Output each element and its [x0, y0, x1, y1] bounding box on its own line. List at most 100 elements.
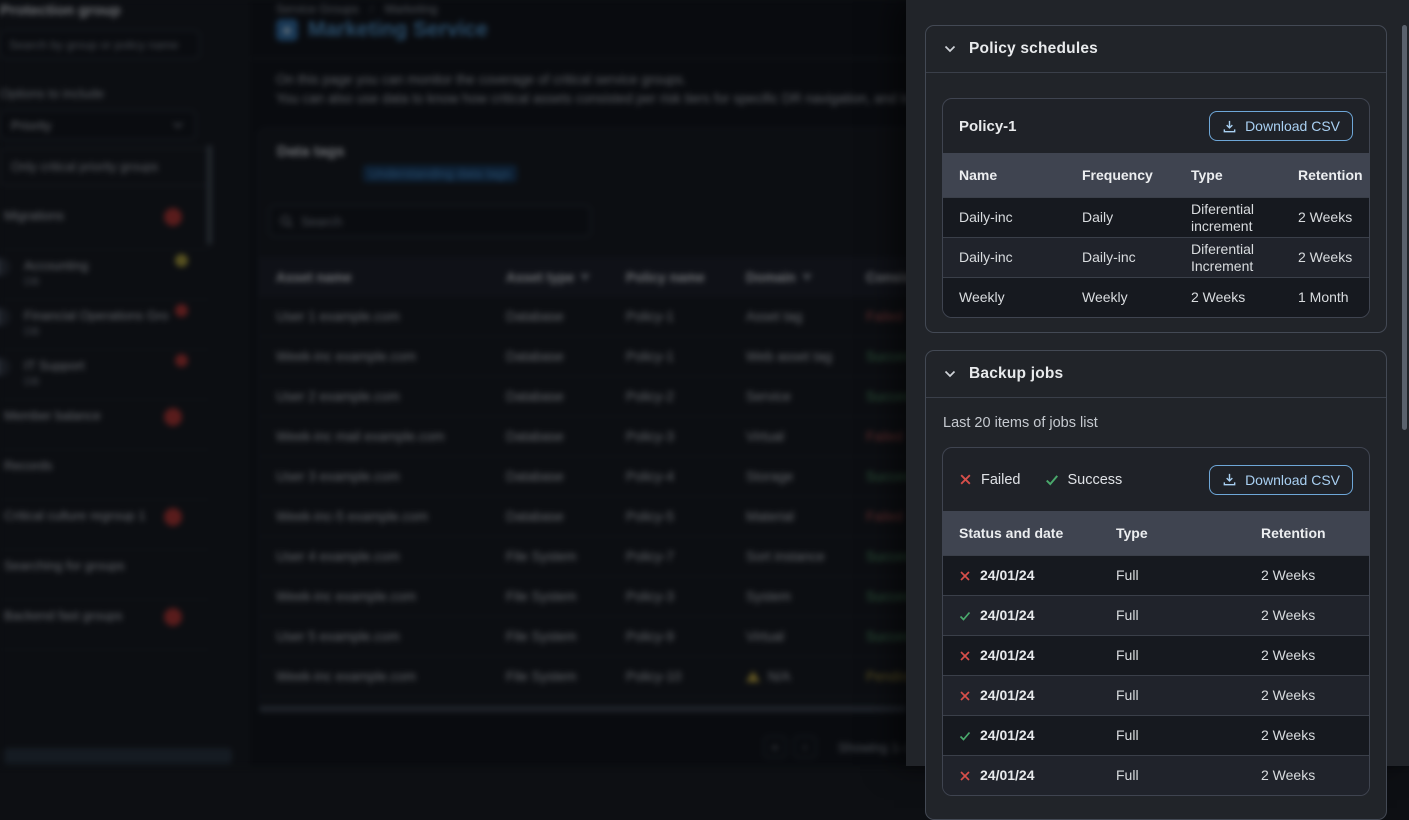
- schedule-name: Daily-inc: [943, 249, 1066, 265]
- sidebar-group-item[interactable]: Backend fast groups: [0, 600, 210, 650]
- breadcrumb-item-2[interactable]: Marketing: [385, 2, 438, 16]
- asset-type: Database: [506, 389, 626, 404]
- policy-schedules-section: Policy schedules Policy-1 Download CSV N…: [925, 25, 1387, 333]
- group-name: Searching for groups: [4, 558, 125, 573]
- col-asset-name[interactable]: Asset name: [276, 270, 506, 285]
- backup-jobs-section: Backup jobs Last 20 items of jobs list F…: [925, 350, 1387, 820]
- asset-type: Database: [506, 469, 626, 484]
- col-name: Name: [943, 167, 1066, 183]
- group-name: Member balance: [4, 408, 101, 423]
- asset-name: User 5 example.com: [276, 629, 506, 644]
- sidebar-group-item[interactable]: Searching for groups: [0, 550, 210, 600]
- asset-name: Week-inc-5 example.com: [276, 509, 506, 524]
- download-csv-button[interactable]: Download CSV: [1209, 465, 1353, 495]
- asset-domain: System: [746, 589, 866, 604]
- sidebar-group-item[interactable]: Financial Operations GroDB: [0, 300, 210, 350]
- sidebar-group-item[interactable]: IT SupportDB: [0, 350, 210, 400]
- backup-jobs-toggle[interactable]: Backup jobs: [926, 351, 1386, 398]
- job-type: Full: [1100, 567, 1245, 583]
- jobs-table-header: Status and date Type Retention: [943, 511, 1369, 555]
- first-page-button[interactable]: «: [764, 736, 786, 758]
- sidebar-bottom-button[interactable]: [4, 748, 232, 764]
- group-icon: [0, 258, 10, 276]
- download-csv-button[interactable]: Download CSV: [1209, 111, 1353, 141]
- group-name: Backend fast groups: [4, 608, 123, 623]
- schedule-retention: 2 Weeks: [1282, 209, 1369, 225]
- backup-job-row: 24/01/24Full2 Weeks: [943, 595, 1369, 635]
- backup-job-row: 24/01/24Full2 Weeks: [943, 715, 1369, 755]
- policy-name: Policy-1: [959, 118, 1017, 135]
- success-check-icon: [959, 730, 971, 742]
- data-tags-link[interactable]: Understanding data tags: [363, 165, 517, 182]
- backup-job-row: 24/01/24Full2 Weeks: [943, 635, 1369, 675]
- asset-policy: Policy-1: [626, 349, 746, 364]
- details-drawer: Policy schedules Policy-1 Download CSV N…: [906, 0, 1409, 766]
- asset-domain: Service: [746, 389, 866, 404]
- backup-job-row: 24/01/24Full2 Weeks: [943, 755, 1369, 795]
- asset-type: File System: [506, 549, 626, 564]
- col-status-date: Status and date: [943, 525, 1100, 541]
- sidebar-group-item[interactable]: Critical culture regroup 1: [0, 500, 210, 550]
- sidebar-group-item[interactable]: Records: [0, 450, 210, 500]
- failed-x-icon: [959, 570, 971, 582]
- status-badge: [164, 508, 182, 526]
- asset-policy: Policy-2: [626, 389, 746, 404]
- failed-x-icon: [959, 650, 971, 662]
- sidebar-scrollbar[interactable]: [207, 145, 212, 245]
- filter-icon[interactable]: [802, 274, 812, 281]
- horizontal-scrollbar[interactable]: [259, 706, 907, 712]
- service-icon: ◈: [276, 19, 298, 41]
- breadcrumb: Service Groups / Marketing: [276, 2, 437, 16]
- status-badge: [164, 208, 182, 226]
- sidebar-group-item[interactable]: Member balance: [0, 400, 210, 450]
- schedule-retention: 1 Month: [1282, 289, 1369, 305]
- status-badge: [164, 608, 182, 626]
- search-icon: [280, 215, 293, 228]
- job-status-date: 24/01/24: [943, 727, 1100, 743]
- schedule-name: Weekly: [943, 289, 1066, 305]
- job-status-date: 24/01/24: [943, 687, 1100, 703]
- policy-schedule-row: WeeklyWeekly2 Weeks1 Month: [943, 277, 1369, 317]
- chevron-down-icon: [943, 367, 957, 381]
- asset-policy: Policy-7: [626, 549, 746, 564]
- asset-policy: Policy-10: [626, 669, 746, 684]
- backup-job-row: 24/01/24Full2 Weeks: [943, 675, 1369, 715]
- job-retention: 2 Weeks: [1245, 647, 1369, 663]
- success-check-icon: [1045, 473, 1059, 487]
- job-type: Full: [1100, 607, 1245, 623]
- asset-name: Week-inc example.com: [276, 669, 506, 684]
- job-date: 24/01/24: [980, 607, 1035, 623]
- asset-type: Database: [506, 429, 626, 444]
- sidebar-group-item[interactable]: AccountingDB: [0, 250, 210, 300]
- table-search-input[interactable]: Search: [269, 205, 591, 237]
- asset-type: File System: [506, 669, 626, 684]
- policy-card: Policy-1 Download CSV Name Frequency Typ…: [942, 98, 1370, 318]
- asset-type: File System: [506, 589, 626, 604]
- breadcrumb-item-1[interactable]: Service Groups: [276, 2, 359, 16]
- sidebar-search-input[interactable]: Search by group or policy name: [0, 30, 200, 59]
- download-csv-label: Download CSV: [1245, 472, 1340, 488]
- group-sublabel: DB: [24, 376, 39, 388]
- download-icon: [1222, 119, 1237, 134]
- sidebar-title: Protection group list: [0, 2, 120, 19]
- col-domain[interactable]: Domain: [746, 270, 866, 285]
- schedule-retention: 2 Weeks: [1282, 249, 1369, 265]
- job-date: 24/01/24: [980, 687, 1035, 703]
- prev-page-button[interactable]: ‹: [794, 736, 816, 758]
- status-badge: [175, 354, 188, 367]
- status-badge: [175, 254, 188, 267]
- sidebar-filter-select[interactable]: Priority: [0, 110, 196, 140]
- sidebar-group-item[interactable]: Migrations: [0, 200, 210, 250]
- col-retention: Retention: [1282, 167, 1369, 183]
- schedule-type: 2 Weeks: [1175, 289, 1282, 305]
- group-name: Records: [4, 458, 52, 473]
- col-policy-name[interactable]: Policy name: [626, 270, 746, 285]
- asset-domain: N/A: [746, 669, 866, 684]
- jobs-legend: Failed Success Download CSV: [943, 448, 1369, 511]
- col-asset-type[interactable]: Asset type: [506, 270, 626, 285]
- asset-domain: Asset tag: [746, 309, 866, 324]
- job-status-date: 24/01/24: [943, 767, 1100, 783]
- filter-icon[interactable]: [580, 274, 590, 281]
- policy-schedules-toggle[interactable]: Policy schedules: [926, 26, 1386, 73]
- drawer-scrollbar[interactable]: [1402, 25, 1407, 430]
